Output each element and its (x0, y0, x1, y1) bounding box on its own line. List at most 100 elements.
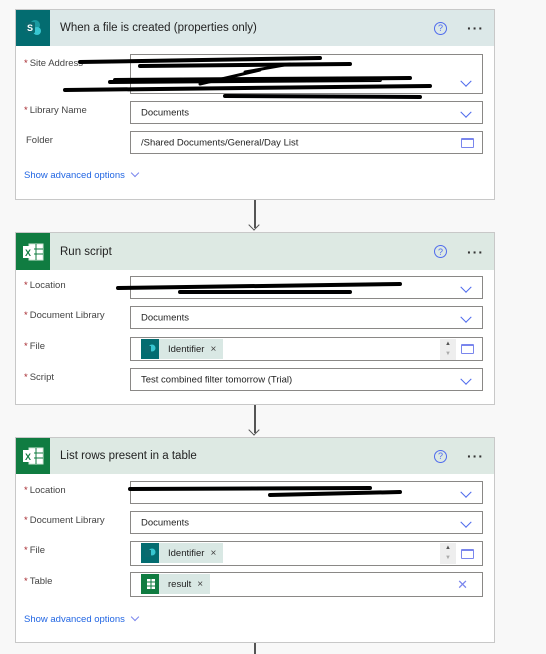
chevron-down-icon (130, 612, 140, 622)
field-value: Test combined filter tomorrow (Trial) (141, 374, 293, 385)
link-text: Show advanced options (24, 614, 125, 625)
label-text: File (29, 545, 46, 556)
file-input[interactable]: Identifier × ▲ ▼ (130, 541, 483, 566)
label-text: Site Address (29, 58, 84, 69)
card-title: Run script (60, 245, 112, 258)
label-text: Document Library (29, 515, 105, 526)
action-card-list-rows: X List rows present in a table ? ··· * Lo… (15, 437, 495, 643)
folder-icon[interactable] (461, 344, 474, 354)
location-dropdown[interactable] (130, 481, 483, 504)
field-value: Documents (141, 517, 190, 528)
token-label: Identifier (168, 343, 205, 355)
card-header[interactable]: S When a file is created (properties onl… (16, 10, 494, 46)
remove-token-icon[interactable]: × (210, 344, 216, 355)
spin-up-icon[interactable]: ▲ (440, 543, 456, 553)
show-advanced-options-link[interactable]: Show advanced options (24, 168, 140, 181)
spin-down-icon[interactable]: ▼ (440, 349, 456, 359)
field-label: * Document Library (24, 515, 105, 526)
file-input[interactable]: Identifier × ▲ ▼ (130, 337, 483, 361)
chevron-down-icon[interactable] (460, 75, 472, 87)
help-icon[interactable]: ? (434, 21, 447, 35)
required-marker: * (24, 310, 28, 321)
label-text: Location (29, 280, 66, 291)
chevron-down-icon[interactable] (460, 106, 472, 118)
card-header[interactable]: X List rows present in a table ? ··· (16, 438, 494, 474)
chevron-down-icon[interactable] (460, 373, 472, 385)
chevron-down-icon[interactable] (460, 486, 472, 498)
help-icon[interactable]: ? (434, 245, 447, 258)
field-label: * Location (24, 485, 66, 496)
dynamic-content-token[interactable]: Identifier × (141, 543, 224, 563)
script-dropdown[interactable]: Test combined filter tomorrow (Trial) (130, 368, 483, 391)
arrow-down-icon (248, 424, 260, 436)
dynamic-content-token[interactable]: result × (141, 574, 211, 594)
folder-icon[interactable] (461, 548, 474, 559)
link-text: Show advanced options (24, 170, 125, 181)
location-dropdown[interactable] (130, 276, 483, 299)
chevron-down-icon[interactable] (460, 311, 472, 323)
dynamic-content-token[interactable]: Identifier × (141, 339, 224, 359)
svg-text:X: X (25, 452, 31, 462)
remove-token-icon[interactable]: × (197, 579, 203, 590)
field-label: * Location (24, 280, 66, 291)
field-label: * Site Address (24, 58, 83, 69)
label-text: Location (29, 485, 66, 496)
clear-icon[interactable]: ✕ (457, 577, 468, 593)
label-text: Library Name (29, 105, 87, 116)
show-advanced-options-link[interactable]: Show advanced options (24, 612, 140, 625)
label-text: Document Library (29, 310, 105, 321)
table-input[interactable]: result × ✕ (130, 572, 483, 597)
chevron-down-icon[interactable] (460, 281, 472, 293)
required-marker: * (24, 58, 28, 69)
action-card-run-script: X Run script ? ··· * Location * Document L… (15, 232, 495, 405)
label-text: Table (29, 576, 53, 587)
library-name-dropdown[interactable]: Documents (130, 101, 483, 124)
sharepoint-icon (141, 339, 159, 359)
field-label: * File (24, 545, 45, 556)
token-label: Identifier (168, 547, 205, 559)
label-text: Script (29, 372, 54, 383)
sharepoint-icon (141, 543, 159, 563)
field-label: * Script (24, 372, 54, 383)
more-options-icon[interactable]: ··· (467, 449, 484, 463)
field-label: * Table (24, 576, 52, 587)
more-options-icon[interactable]: ··· (467, 21, 484, 35)
remove-token-icon[interactable]: × (210, 548, 216, 559)
site-address-dropdown[interactable] (130, 54, 483, 94)
card-title: When a file is created (properties only) (60, 22, 257, 34)
arrow-down-icon (248, 219, 260, 231)
scroll-spinner[interactable]: ▲ ▼ (440, 543, 456, 564)
chevron-down-icon (130, 168, 140, 178)
card-header[interactable]: X Run script ? ··· (16, 233, 494, 270)
chevron-down-icon[interactable] (460, 516, 472, 528)
required-marker: * (24, 341, 28, 352)
document-library-dropdown[interactable]: Documents (130, 511, 483, 534)
required-marker: * (24, 576, 28, 587)
trigger-card-file-created: S When a file is created (properties onl… (15, 9, 495, 200)
label-text: File (29, 341, 46, 352)
connector-line (254, 643, 256, 654)
excel-icon (141, 574, 159, 594)
scroll-spinner[interactable]: ▲ ▼ (440, 339, 456, 360)
token-label: result (168, 578, 192, 590)
field-label: Folder (26, 135, 53, 146)
field-label: * Library Name (24, 105, 87, 116)
card-title: List rows present in a table (60, 450, 197, 462)
help-icon[interactable]: ? (434, 449, 447, 463)
field-value: Documents (141, 312, 190, 323)
folder-input[interactable]: /Shared Documents/General/Day List (130, 131, 483, 154)
field-value: /Shared Documents/General/Day List (141, 137, 299, 148)
required-marker: * (24, 105, 28, 116)
folder-icon[interactable] (461, 137, 474, 148)
excel-icon: X (16, 233, 50, 270)
excel-icon: X (16, 438, 50, 474)
required-marker: * (24, 545, 28, 556)
more-options-icon[interactable]: ··· (467, 245, 484, 259)
field-value: Documents (141, 107, 190, 118)
document-library-dropdown[interactable]: Documents (130, 306, 483, 329)
required-marker: * (24, 485, 28, 496)
required-marker: * (24, 372, 28, 383)
spin-up-icon[interactable]: ▲ (440, 339, 456, 349)
spin-down-icon[interactable]: ▼ (440, 553, 456, 563)
field-label: * Document Library (24, 310, 105, 321)
